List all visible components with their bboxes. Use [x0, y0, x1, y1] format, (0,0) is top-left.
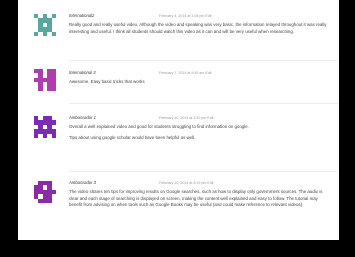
- comment-content: International2 February 4, 2014 at 1:08 …: [69, 12, 329, 35]
- comment-meta: International2 February 4, 2014 at 1:08 …: [69, 12, 329, 20]
- comment-author[interactable]: International 3: [69, 70, 96, 75]
- edit-link[interactable]: Edit: [207, 116, 213, 120]
- avatar-cell: [52, 199, 56, 203]
- avatar-cell: [51, 86, 56, 91]
- comment-author[interactable]: Ambassador 3: [69, 180, 96, 185]
- comment-content: International 3 February 7, 2014 at 9:49…: [69, 69, 329, 86]
- comment-text: Awesome. Easy basic tricks that works: [69, 79, 145, 84]
- comment-date: February 10, 2014 at 3:30 pm Edit: [159, 114, 214, 122]
- avatar-cell: [51, 133, 56, 138]
- comment-date: February 10, 2014 at 8:19 pm Edit: [159, 179, 214, 187]
- comment-text: Tips about using google scholar would ha…: [69, 134, 196, 140]
- edit-link[interactable]: Edit: [205, 14, 211, 18]
- edit-link[interactable]: Edit: [205, 71, 211, 75]
- comment-author[interactable]: Ambassador 1: [69, 115, 96, 120]
- comment-content: Ambassador 3 February 10, 2014 at 8:19 p…: [69, 179, 329, 209]
- comment-text: Really good and really useful video. Alt…: [69, 22, 327, 34]
- comment-date-link[interactable]: February 10, 2014 at 8:19 pm: [159, 181, 206, 185]
- comment-date-link[interactable]: February 10, 2014 at 3:30 pm: [159, 116, 206, 120]
- comment-divider: [69, 60, 339, 61]
- edit-link[interactable]: Edit: [207, 181, 213, 185]
- comment-meta: Ambassador 1 February 10, 2014 at 3:30 p…: [69, 114, 329, 122]
- comment-text: The video shares ten tips for improving …: [69, 189, 323, 208]
- comment-date: February 7, 2014 at 9:49 am Edit: [159, 69, 212, 77]
- comment-divider: [69, 171, 339, 172]
- comment-author[interactable]: International2: [69, 13, 94, 18]
- comment-date-link[interactable]: February 7, 2014 at 9:49 am: [159, 71, 204, 75]
- comment-date-link[interactable]: February 4, 2014 at 1:08 pm: [159, 14, 204, 18]
- comment-meta: International 3 February 7, 2014 at 9:49…: [69, 69, 329, 77]
- avatar: [34, 69, 56, 91]
- comment-meta: Ambassador 3 February 10, 2014 at 8:19 p…: [69, 179, 329, 187]
- comments-panel: International2 February 4, 2014 at 1:08 …: [18, 0, 339, 240]
- avatar: [34, 14, 56, 36]
- avatar: [34, 181, 56, 203]
- avatar: [34, 116, 56, 138]
- avatar-cell: [51, 31, 56, 36]
- comment-text: Overall a well explained video and good …: [69, 124, 249, 129]
- comment-content: Ambassador 1 February 10, 2014 at 3:30 p…: [69, 114, 329, 141]
- comment-date: February 4, 2014 at 1:08 pm Edit: [159, 12, 212, 20]
- comment-divider: [69, 103, 339, 104]
